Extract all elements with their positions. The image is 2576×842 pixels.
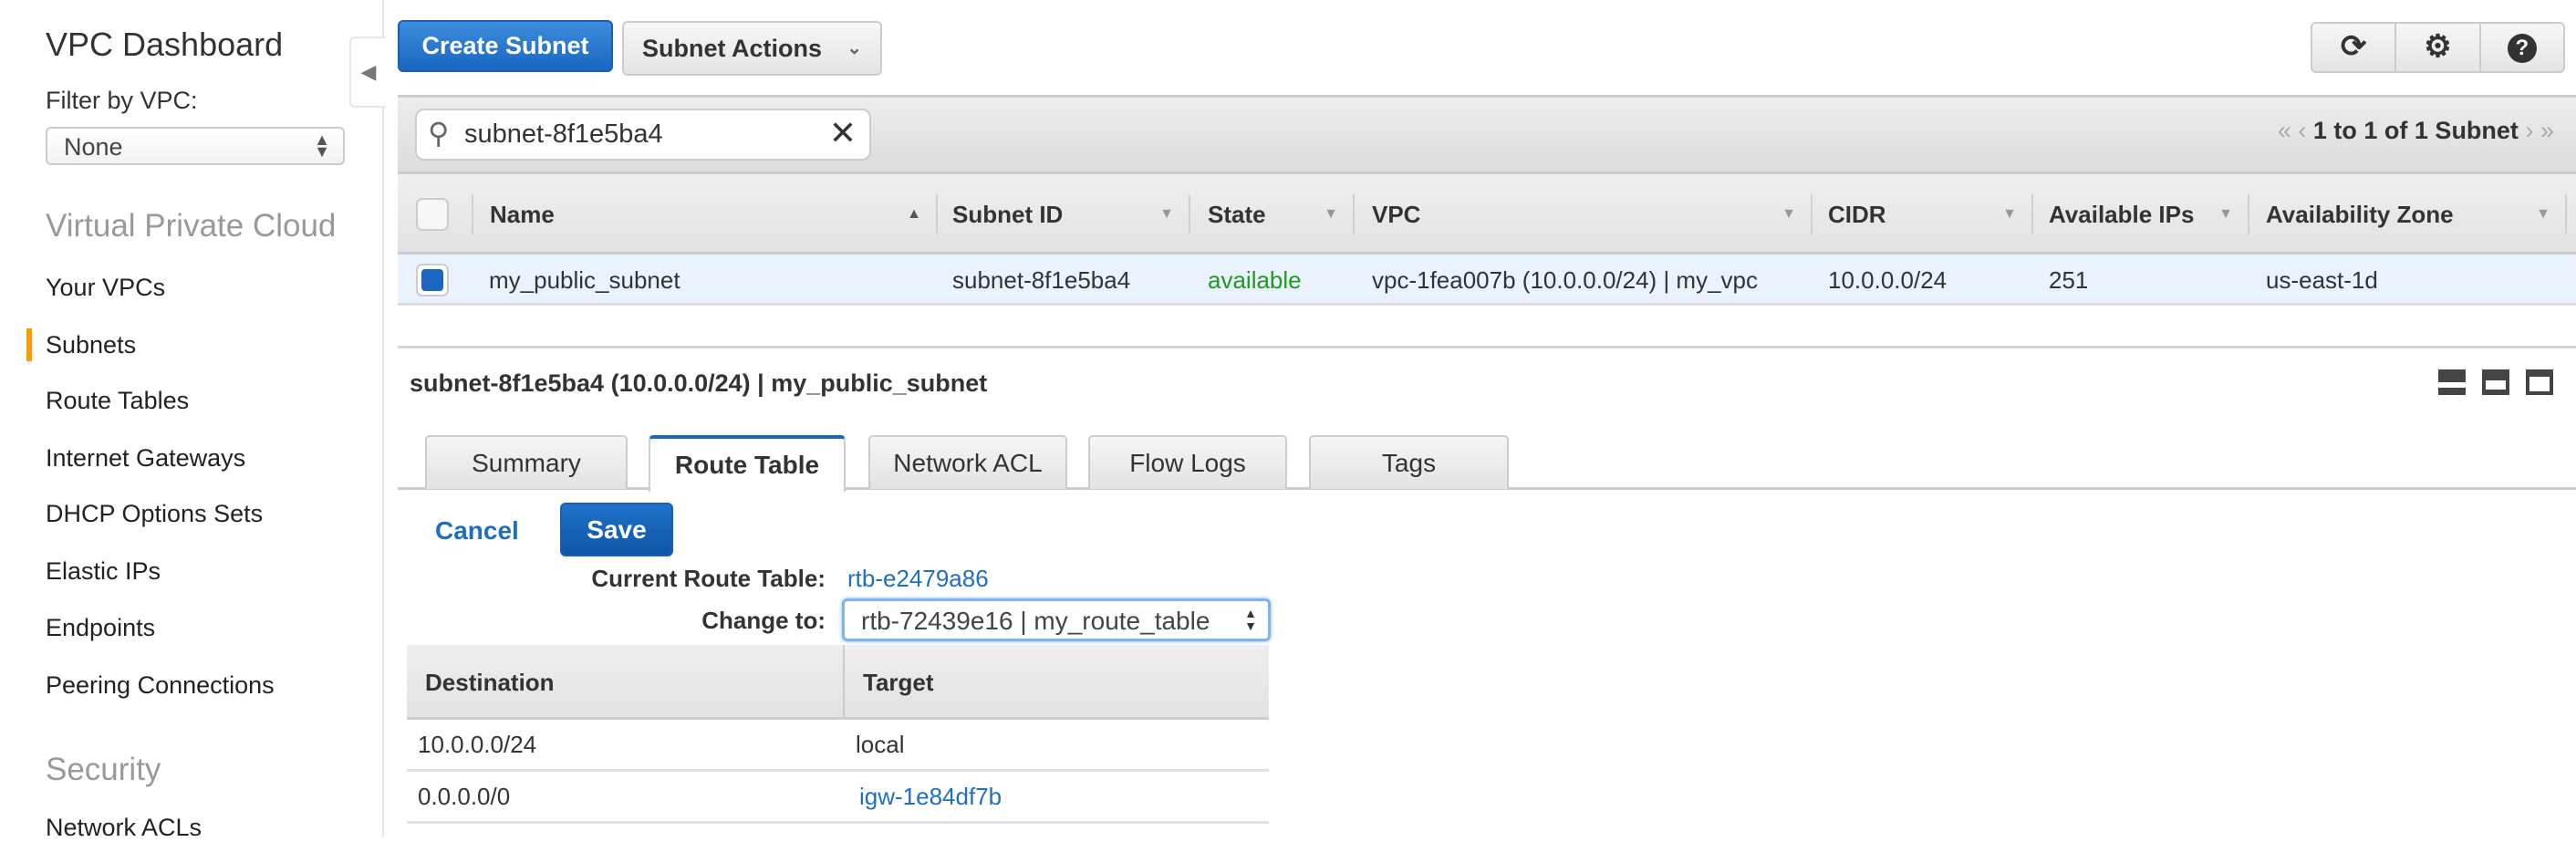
tab-flow-logs[interactable]: Flow Logs <box>1088 435 1287 489</box>
last-page-icon[interactable]: » <box>2540 117 2554 144</box>
sidebar-item-network-acls[interactable]: Network ACLs <box>46 814 202 842</box>
tab-tags[interactable]: Tags <box>1309 435 1509 489</box>
route-row: 10.0.0.0/24 local <box>407 720 1269 772</box>
sidebar-item-peering-connections[interactable]: Peering Connections <box>46 671 275 700</box>
tab-summary[interactable]: Summary <box>425 435 628 489</box>
refresh-icon: ⟳ <box>2340 29 2367 64</box>
cell-state: available <box>1208 266 1302 294</box>
sidebar-title: VPC Dashboard <box>46 26 284 63</box>
cell-cidr: 10.0.0.0/24 <box>1828 266 1948 294</box>
select-all-checkbox[interactable] <box>416 198 449 231</box>
current-route-table-label: Current Route Table: <box>591 565 826 592</box>
cell-available-ips: 251 <box>2049 266 2089 294</box>
cell-subnet-id: subnet-8f1e5ba4 <box>952 266 1131 294</box>
prev-page-icon[interactable]: ‹ <box>2298 117 2306 144</box>
sidebar-item-elastic-ips[interactable]: Elastic IPs <box>46 557 161 586</box>
sidebar-item-your-vpcs[interactable]: Your VPCs <box>46 274 165 302</box>
cell-vpc: vpc-1fea007b (10.0.0.0/24) | my_vpc <box>1372 266 1758 294</box>
active-indicator <box>26 328 32 361</box>
column-subnet-id[interactable]: Subnet ID ▼ <box>952 174 1189 255</box>
pager-text: 1 to 1 of 1 Subnet <box>2312 117 2519 144</box>
cell-availability-zone: us-east-1d <box>2266 266 2378 294</box>
route-destination: 10.0.0.0/24 <box>418 731 537 758</box>
vpc-filter-select[interactable]: None ▲ ▼ <box>46 127 345 165</box>
cancel-button[interactable]: Cancel <box>435 516 519 546</box>
search-icon: ⚲ <box>428 117 450 150</box>
change-to-label: Change to: <box>701 607 826 634</box>
route-table-select-value: rtb-72439e16 | my_route_table <box>861 607 1210 635</box>
cell-name: my_public_subnet <box>489 266 680 294</box>
subnet-actions-button[interactable]: Subnet Actions ⌄ <box>622 21 882 76</box>
sidebar-item-dhcp-options-sets[interactable]: DHCP Options Sets <box>46 500 263 528</box>
tab-route-table[interactable]: Route Table <box>649 435 846 492</box>
filter-label: Filter by VPC: <box>46 87 198 114</box>
table-header: Name ▲ Subnet ID ▼ State ▼ VPC ▼ CIDR ▼ Avail… <box>398 174 2576 255</box>
sidebar: VPC Dashboard Filter by VPC: None ▲ ▼ Virt… <box>0 0 384 841</box>
sidebar-item-internet-gateways[interactable]: Internet Gateways <box>46 444 245 473</box>
refresh-button[interactable]: ⟳ <box>2311 22 2397 73</box>
search-input[interactable]: ⚲ subnet-8f1e5ba4 ✕ <box>415 109 871 161</box>
subnet-actions-label: Subnet Actions <box>642 35 823 62</box>
clear-search-icon[interactable]: ✕ <box>829 114 857 152</box>
column-availability-zone[interactable]: Availability Zone ▼ <box>2266 174 2565 255</box>
help-button[interactable]: ? <box>2480 22 2565 73</box>
section-security: Security <box>46 752 161 787</box>
column-vpc[interactable]: VPC ▼ <box>1372 174 1811 255</box>
save-button[interactable]: Save <box>560 503 673 556</box>
collapse-sidebar-button[interactable]: ◀ <box>349 36 386 108</box>
current-route-table-link[interactable]: rtb-e2479a86 <box>847 565 989 593</box>
column-target: Target <box>863 669 934 696</box>
sidebar-item-route-tables[interactable]: Route Tables <box>46 387 189 415</box>
route-destination: 0.0.0.0/0 <box>418 783 511 810</box>
column-cidr[interactable]: CIDR ▼ <box>1828 174 2031 255</box>
route-target-link[interactable]: igw-1e84df7b <box>859 783 1002 811</box>
section-virtual-private-cloud: Virtual Private Cloud <box>46 208 337 244</box>
sidebar-item-subnets[interactable]: Subnets <box>46 331 136 359</box>
column-available-ips[interactable]: Available IPs ▼ <box>2049 174 2248 255</box>
panel-bottom-icon[interactable] <box>2438 369 2466 395</box>
pager: « ‹ 1 to 1 of 1 Subnet › » <box>2278 117 2554 145</box>
utility-buttons: ⟳ ⚙ ? <box>2311 22 2565 73</box>
panel-full-icon[interactable] <box>2526 369 2553 395</box>
row-checkbox[interactable] <box>416 264 449 296</box>
route-target: local <box>856 731 905 758</box>
select-arrows-icon: ▲ ▼ <box>1244 606 1257 633</box>
column-name[interactable]: Name ▲ <box>490 174 936 255</box>
sidebar-item-endpoints[interactable]: Endpoints <box>46 614 155 642</box>
next-page-icon[interactable]: › <box>2525 117 2533 144</box>
route-row: 0.0.0.0/0 igw-1e84df7b <box>407 772 1269 824</box>
vpc-filter-value: None <box>64 133 123 161</box>
resize-divider[interactable] <box>398 346 2576 348</box>
panel-layout-icons <box>2438 369 2553 395</box>
column-destination: Destination <box>425 669 555 696</box>
gear-icon: ⚙ <box>2424 29 2452 64</box>
detail-title: subnet-8f1e5ba4 (10.0.0.0/24) | my_publi… <box>410 369 988 397</box>
routes-table-header: Destination Target <box>407 645 1269 720</box>
tab-network-acl[interactable]: Network ACL <box>868 435 1067 489</box>
chevron-down-icon: ⌄ <box>847 38 862 58</box>
column-state[interactable]: State ▼ <box>1208 174 1353 255</box>
route-table-select[interactable]: rtb-72439e16 | my_route_table ▲ ▼ <box>842 598 1271 641</box>
first-page-icon[interactable]: « <box>2278 117 2291 144</box>
settings-button[interactable]: ⚙ <box>2396 22 2481 73</box>
help-icon: ? <box>2507 34 2537 63</box>
caret-left-icon: ◀ <box>360 60 377 83</box>
panel-half-icon[interactable] <box>2482 369 2509 395</box>
create-subnet-button[interactable]: Create Subnet <box>398 20 613 72</box>
table-row[interactable]: my_public_subnet subnet-8f1e5ba4 availab… <box>398 255 2576 306</box>
select-arrows-icon: ▲ ▼ <box>314 130 330 161</box>
search-value: subnet-8f1e5ba4 <box>464 120 663 149</box>
